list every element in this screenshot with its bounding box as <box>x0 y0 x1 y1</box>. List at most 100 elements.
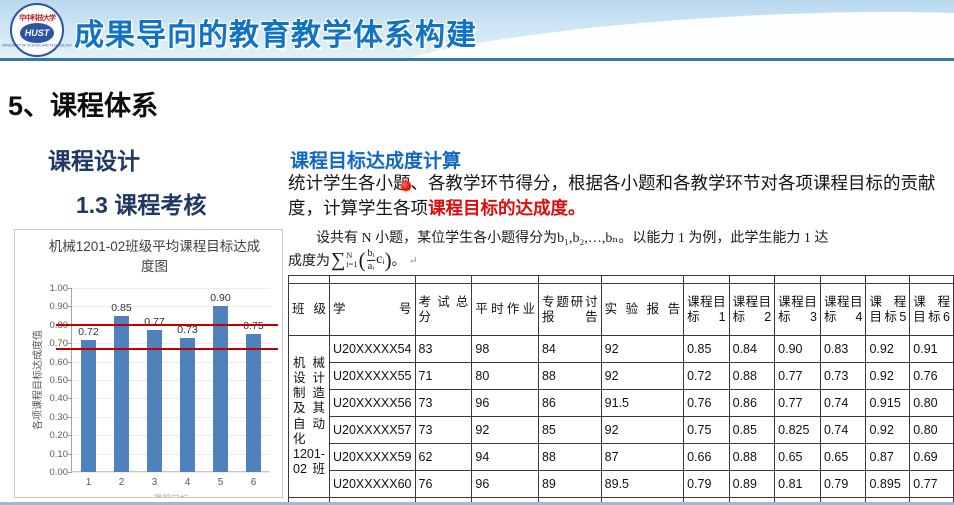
gridline <box>72 454 270 455</box>
y-tick-mark <box>68 343 72 344</box>
y-tick-label: 0.50 <box>36 375 68 386</box>
calculation-heading: 课程目标达成度计算 <box>290 146 461 173</box>
partial-cell <box>820 276 866 284</box>
university-logo: 华中科技大学 HUST UNIVERSITY OF SCIENCE AND TE… <box>10 3 64 57</box>
table-cell: 0.85 <box>729 417 775 444</box>
chart-bar <box>246 334 261 472</box>
column-header: 考试总分 <box>415 284 472 336</box>
table-cell: 0.73 <box>820 363 866 390</box>
table-cell: 0.92 <box>866 363 910 390</box>
table-cell: 71 <box>415 363 472 390</box>
column-header: 课程目标4 <box>820 284 866 336</box>
sigma-lower-bound: i=1 <box>346 260 357 269</box>
gridline <box>72 472 270 473</box>
table-cell: 0.86 <box>729 390 775 417</box>
table-cell: 0.65 <box>820 444 866 471</box>
table-cell: 0.72 <box>684 363 730 390</box>
formula-setup-text: 设共有 N 小题，某位学生各小题得分为b₁,b₂,…,bₙ。以能力 1 为例，此… <box>288 227 952 247</box>
table-cell: 0.91 <box>910 336 954 363</box>
table-cell: 88 <box>538 444 601 471</box>
logo-chinese-name: 华中科技大学 <box>19 13 55 23</box>
sigma-symbol: ∑ <box>331 250 345 270</box>
partial-cell <box>910 276 954 284</box>
table-cell: 0.74 <box>820 417 866 444</box>
table-cell: 0.915 <box>866 390 910 417</box>
slide-header: 华中科技大学 HUST UNIVERSITY OF SCIENCE AND TE… <box>0 0 954 61</box>
table-cell: 0.65 <box>775 444 821 471</box>
table-cell: 73 <box>415 390 472 417</box>
x-tick-label: 2 <box>105 477 138 488</box>
table-cell: 0.77 <box>775 363 821 390</box>
partial-cell <box>601 276 683 284</box>
y-tick-label: 0.90 <box>36 301 68 312</box>
table-cell: 80 <box>472 363 539 390</box>
x-tick-label: 3 <box>138 477 171 488</box>
fraction-denominator: aᵢ <box>367 260 375 273</box>
y-tick-mark <box>68 398 72 399</box>
table-cell: 0.79 <box>820 471 866 498</box>
student-score-table: 班级学号考试总分平时作业专题研讨报告实验报告课程目标1课程目标2课程目标3课程目… <box>288 275 954 505</box>
logo-emblem-icon: HUST <box>20 23 54 43</box>
partial-cell <box>775 276 821 284</box>
reference-line <box>56 324 278 326</box>
table-cell: U20XXXXX55 <box>329 363 415 390</box>
table-cell: U20XXXXX57 <box>329 417 415 444</box>
table-cell: 0.76 <box>910 363 954 390</box>
table-cell: 0.90 <box>775 336 821 363</box>
column-header: 课程目标5 <box>866 284 910 336</box>
x-tick-label: 5 <box>204 477 237 488</box>
slide-title: 成果导向的教育教学体系构建 <box>74 10 477 54</box>
table-cell: 91.5 <box>601 390 683 417</box>
column-header: 平时作业 <box>472 284 539 336</box>
formula-close-paren: ) <box>385 250 392 271</box>
slide: 华中科技大学 HUST UNIVERSITY OF SCIENCE AND TE… <box>0 0 954 505</box>
y-tick-label: 0.00 <box>36 467 68 478</box>
formula-factor: cᵢ <box>376 252 385 268</box>
line-break-mark: ↵ <box>409 254 418 267</box>
bar-value-label: 0.77 <box>138 316 171 328</box>
chart-title: 机械1201-02班级平均课程目标达成度图 <box>15 230 282 276</box>
y-tick-label: 0.10 <box>36 449 68 460</box>
y-tick-label: 0.60 <box>36 357 68 368</box>
table-row: U20XXXXX5673968691.50.760.860.770.740.91… <box>289 390 954 417</box>
table-cell: U20XXXXX60 <box>329 471 415 498</box>
table-cell: 0.88 <box>729 363 775 390</box>
table-cell: 88 <box>538 363 601 390</box>
table-cell: 0.79 <box>684 471 730 498</box>
table-cell: 0.825 <box>775 417 821 444</box>
gridline <box>72 306 270 307</box>
table-cell: 92 <box>601 417 683 444</box>
table-cell: 62 <box>415 444 472 471</box>
table-cell: 0.76 <box>684 390 730 417</box>
fraction-numerator: bᵢ <box>367 248 374 260</box>
table-cell: 76 <box>415 471 472 498</box>
x-tick-label: 6 <box>237 477 270 488</box>
y-tick-label: 0.20 <box>36 430 68 441</box>
table-cell: 89 <box>538 471 601 498</box>
description-highlight-red: 课程目标的达成度。 <box>428 198 586 218</box>
subheading-course-assessment: 1.3 课程考核 <box>76 186 206 220</box>
gridline <box>72 417 270 418</box>
y-tick-mark <box>68 288 72 289</box>
table-cell: 84 <box>538 336 601 363</box>
table-cell: U20XXXXX59 <box>329 444 415 471</box>
achievement-formula: 成度为 ∑ N i=1 ( bᵢ aᵢ cᵢ ) 。 ↵ <box>288 248 418 272</box>
formula-period: 。 <box>392 250 406 270</box>
y-tick-mark <box>68 362 72 363</box>
bar-value-label: 0.75 <box>237 320 270 332</box>
chart-x-axis-label: 课程目标 <box>72 492 270 498</box>
gridline <box>72 380 270 381</box>
partial-cell <box>472 276 539 284</box>
gridline <box>72 288 270 289</box>
table-cell: 83 <box>415 336 472 363</box>
bar-value-label: 0.90 <box>204 292 237 304</box>
y-tick-mark <box>68 454 72 455</box>
table-cell: 0.83 <box>820 336 866 363</box>
table-cell: 86 <box>538 390 601 417</box>
column-header: 专题研讨报告 <box>538 284 601 336</box>
column-header: 实验报告 <box>601 284 683 336</box>
table-cell: 0.88 <box>729 444 775 471</box>
table-cell: 0.92 <box>866 336 910 363</box>
gridline <box>72 398 270 399</box>
gridline <box>72 362 270 363</box>
